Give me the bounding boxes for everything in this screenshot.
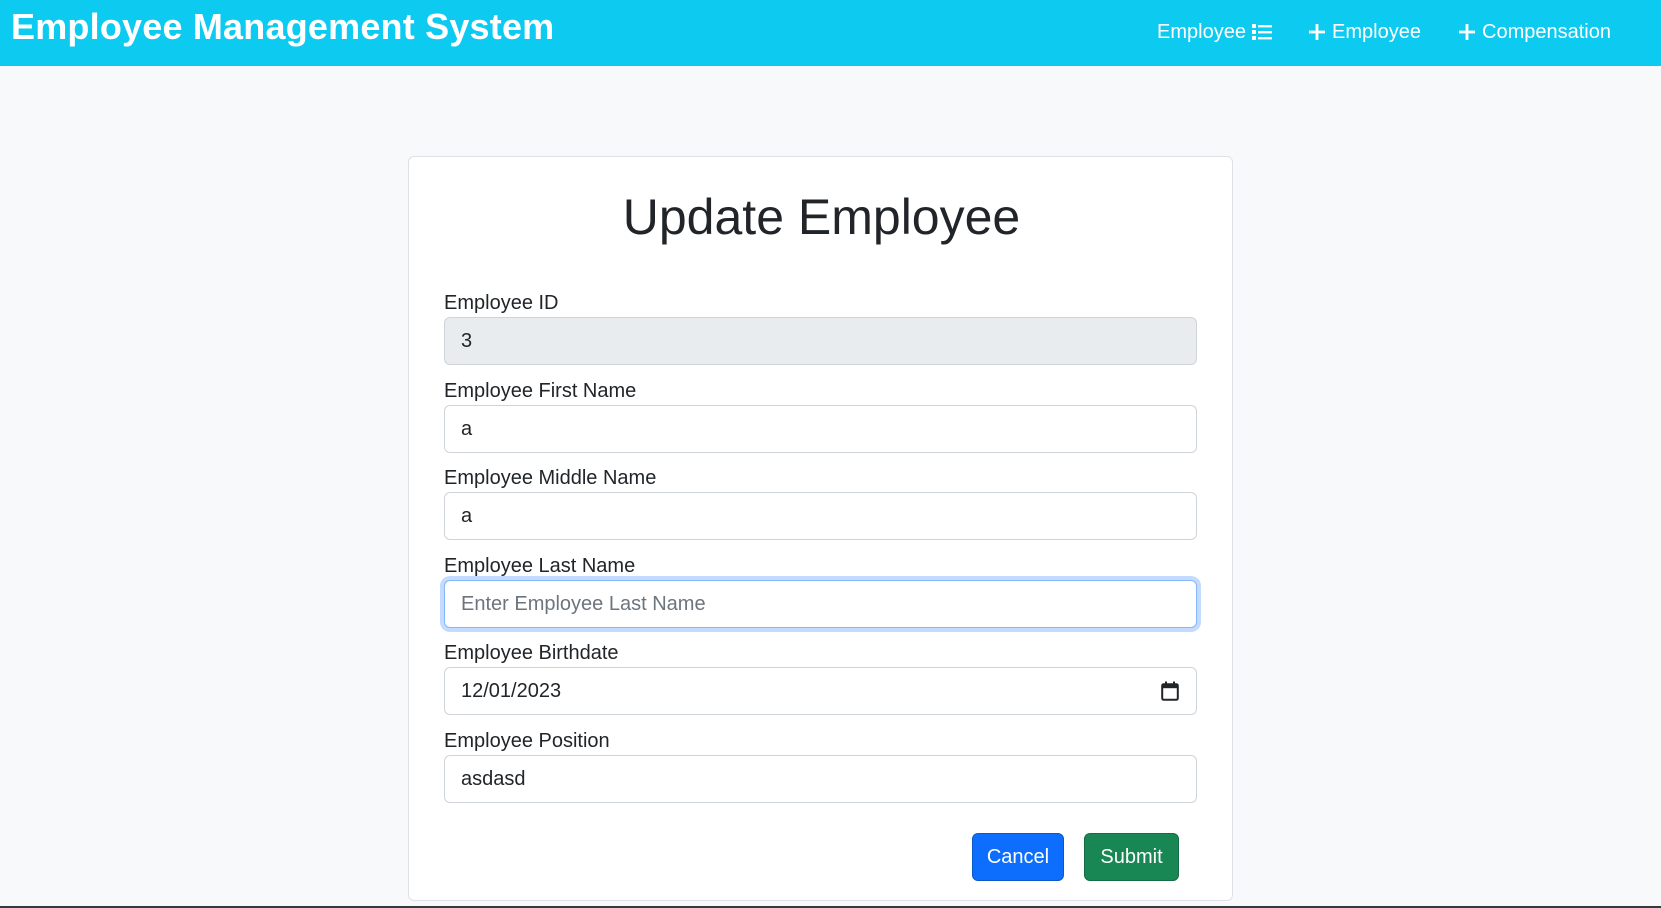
middle-name-field[interactable] — [444, 492, 1197, 540]
employee-id-field — [444, 317, 1197, 365]
plus-icon — [1308, 23, 1326, 41]
submit-button[interactable]: Submit — [1084, 833, 1179, 881]
first-name-label: Employee First Name — [444, 380, 637, 402]
list-icon — [1251, 23, 1272, 41]
cancel-button[interactable]: Cancel — [972, 833, 1064, 881]
position-label: Employee Position — [444, 730, 610, 752]
position-field[interactable] — [444, 755, 1197, 803]
nav-add-employee-label: Employee — [1332, 21, 1421, 43]
birthdate-field-wrapper — [444, 667, 1197, 715]
birthdate-label: Employee Birthdate — [444, 642, 619, 664]
middle-name-label: Employee Middle Name — [444, 467, 657, 489]
plus-icon — [1458, 23, 1476, 41]
employee-id-label: Employee ID — [444, 292, 559, 314]
brand-title[interactable]: Employee Management System — [11, 6, 554, 48]
page-title: Update Employee — [622, 189, 1021, 245]
nav-add-compensation-label: Compensation — [1482, 21, 1611, 43]
first-name-field[interactable] — [444, 405, 1197, 453]
nav-add-compensation-link[interactable]: Compensation — [1458, 19, 1611, 45]
calendar-icon[interactable] — [1161, 681, 1179, 701]
nav-add-employee-link[interactable]: Employee — [1308, 19, 1421, 45]
birthdate-field[interactable] — [444, 667, 1197, 715]
navbar: Employee Management System Employee Empl… — [0, 0, 1661, 66]
nav-employee-list-link[interactable]: Employee — [1157, 19, 1272, 45]
nav-employee-list-label: Employee — [1157, 21, 1246, 43]
last-name-label: Employee Last Name — [444, 555, 636, 577]
last-name-field[interactable] — [444, 580, 1197, 628]
update-employee-card: Update Employee Employee ID Employee Fir… — [408, 156, 1233, 901]
